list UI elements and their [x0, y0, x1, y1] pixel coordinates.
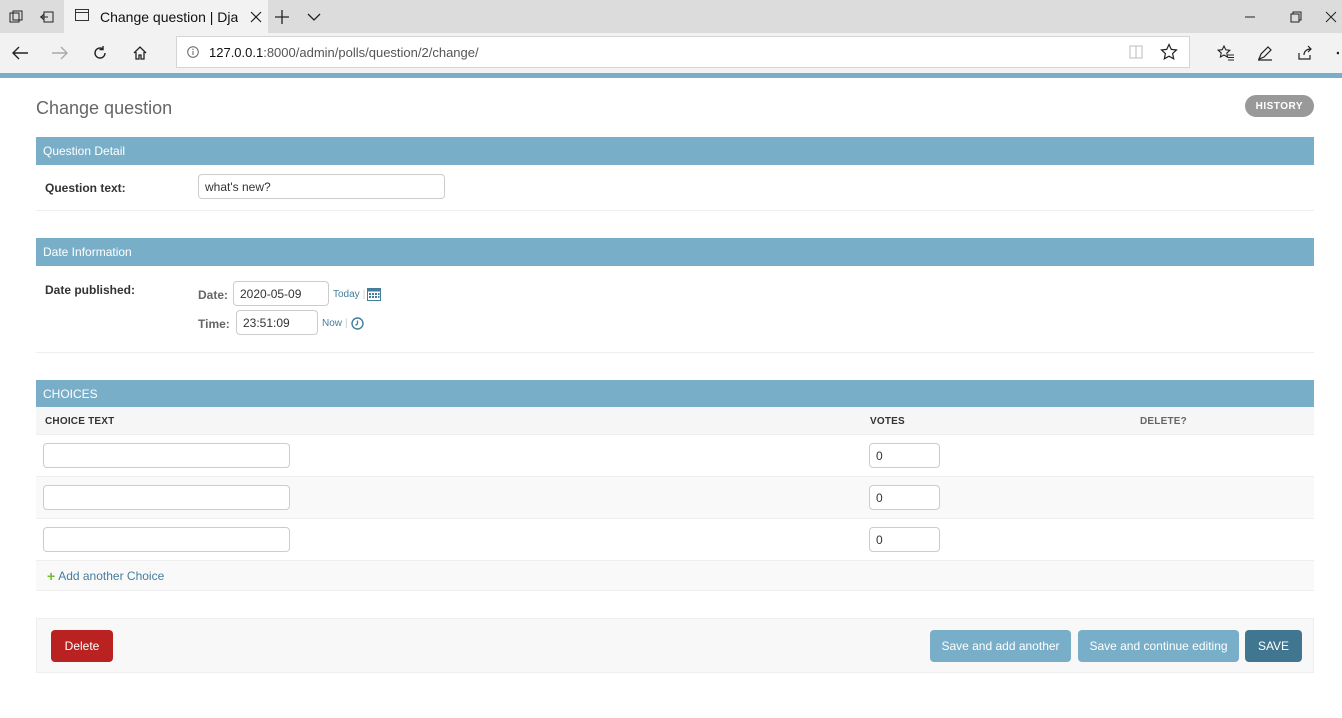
- column-delete: DELETE?: [1140, 416, 1187, 427]
- date-input[interactable]: 2020-05-09: [233, 281, 329, 306]
- date-label: Date:: [198, 288, 229, 302]
- choice-text-input[interactable]: [43, 443, 290, 468]
- choice-text-input[interactable]: [43, 485, 290, 510]
- favorite-star-icon[interactable]: [1160, 43, 1178, 64]
- tab-title: Change question | Django site admin: [100, 8, 238, 25]
- set-tabs-aside-icon[interactable]: [33, 3, 61, 30]
- back-arrow-icon[interactable]: [5, 38, 35, 68]
- notes-pen-icon[interactable]: [1250, 38, 1280, 68]
- question-text-label: Question text:: [45, 181, 126, 195]
- reading-view-icon[interactable]: [1128, 44, 1144, 63]
- info-icon[interactable]: [177, 46, 209, 58]
- forward-arrow-icon[interactable]: [45, 38, 75, 68]
- browser-nav-bar: 127.0.0.1 :8000/admin/polls/question/2/c…: [0, 33, 1342, 73]
- table-row: 0: [36, 519, 1314, 561]
- new-tab-icon[interactable]: [268, 3, 296, 30]
- history-button[interactable]: HISTORY: [1244, 95, 1314, 117]
- date-published-label: Date published:: [45, 283, 136, 297]
- share-icon[interactable]: [1290, 38, 1320, 68]
- plus-icon: +: [47, 567, 56, 584]
- question-text-input[interactable]: what's new?: [198, 174, 445, 199]
- clock-icon[interactable]: [351, 317, 364, 335]
- question-detail-header: Question Detail: [36, 137, 1314, 165]
- address-bar[interactable]: 127.0.0.1 :8000/admin/polls/question/2/c…: [176, 36, 1190, 68]
- tab-list-chevron-icon[interactable]: [300, 3, 328, 30]
- choices-table-header: CHOICE TEXT VOTES DELETE?: [36, 407, 1314, 435]
- date-information-header: Date Information: [36, 238, 1314, 266]
- time-label: Time:: [198, 317, 230, 331]
- submit-row: Delete Save and add another Save and con…: [36, 618, 1314, 673]
- page-icon: [74, 7, 90, 26]
- time-input[interactable]: 23:51:09: [236, 310, 318, 335]
- tab-actions-icon[interactable]: [2, 3, 30, 30]
- favorites-list-icon[interactable]: [1211, 38, 1241, 68]
- votes-input[interactable]: 0: [869, 443, 940, 468]
- choices-header: CHOICES: [36, 380, 1314, 407]
- restore-icon[interactable]: [1273, 0, 1319, 33]
- votes-input[interactable]: 0: [869, 485, 940, 510]
- url-host: 127.0.0.1: [209, 44, 264, 60]
- divider: [36, 210, 1314, 211]
- table-row: 0: [36, 435, 1314, 477]
- save-add-another-button[interactable]: Save and add another: [930, 630, 1071, 662]
- save-continue-editing-button[interactable]: Save and continue editing: [1078, 630, 1239, 662]
- more-icon[interactable]: [1326, 38, 1342, 68]
- minimize-icon[interactable]: [1227, 0, 1273, 33]
- delete-button[interactable]: Delete: [51, 630, 113, 662]
- today-link[interactable]: Today: [333, 289, 360, 300]
- choice-text-input[interactable]: [43, 527, 290, 552]
- now-shortcut[interactable]: Now |: [322, 318, 348, 329]
- divider: [36, 352, 1314, 353]
- votes-input[interactable]: 0: [869, 527, 940, 552]
- page-title: Change question: [36, 98, 173, 118]
- today-shortcut[interactable]: Today |: [333, 289, 365, 300]
- calendar-icon[interactable]: [367, 287, 381, 306]
- browser-tab-bar: Change question | Django site admin: [0, 0, 1342, 33]
- now-link[interactable]: Now: [322, 318, 342, 329]
- url-path: :8000/admin/polls/question/2/change/: [263, 44, 479, 60]
- admin-header-stripe: [0, 73, 1342, 78]
- column-votes: VOTES: [870, 416, 905, 427]
- column-choice-text: CHOICE TEXT: [45, 416, 115, 427]
- save-button[interactable]: SAVE: [1245, 630, 1302, 662]
- table-row: 0: [36, 477, 1314, 519]
- close-tab-icon[interactable]: [246, 7, 266, 27]
- close-window-icon[interactable]: [1319, 0, 1342, 33]
- add-another-choice-link[interactable]: Add another Choice: [58, 569, 164, 583]
- tab-active[interactable]: Change question | Django site admin: [64, 0, 268, 33]
- refresh-icon[interactable]: [85, 38, 115, 68]
- add-another-choice[interactable]: + Add another Choice: [36, 561, 1314, 591]
- home-icon[interactable]: [125, 38, 155, 68]
